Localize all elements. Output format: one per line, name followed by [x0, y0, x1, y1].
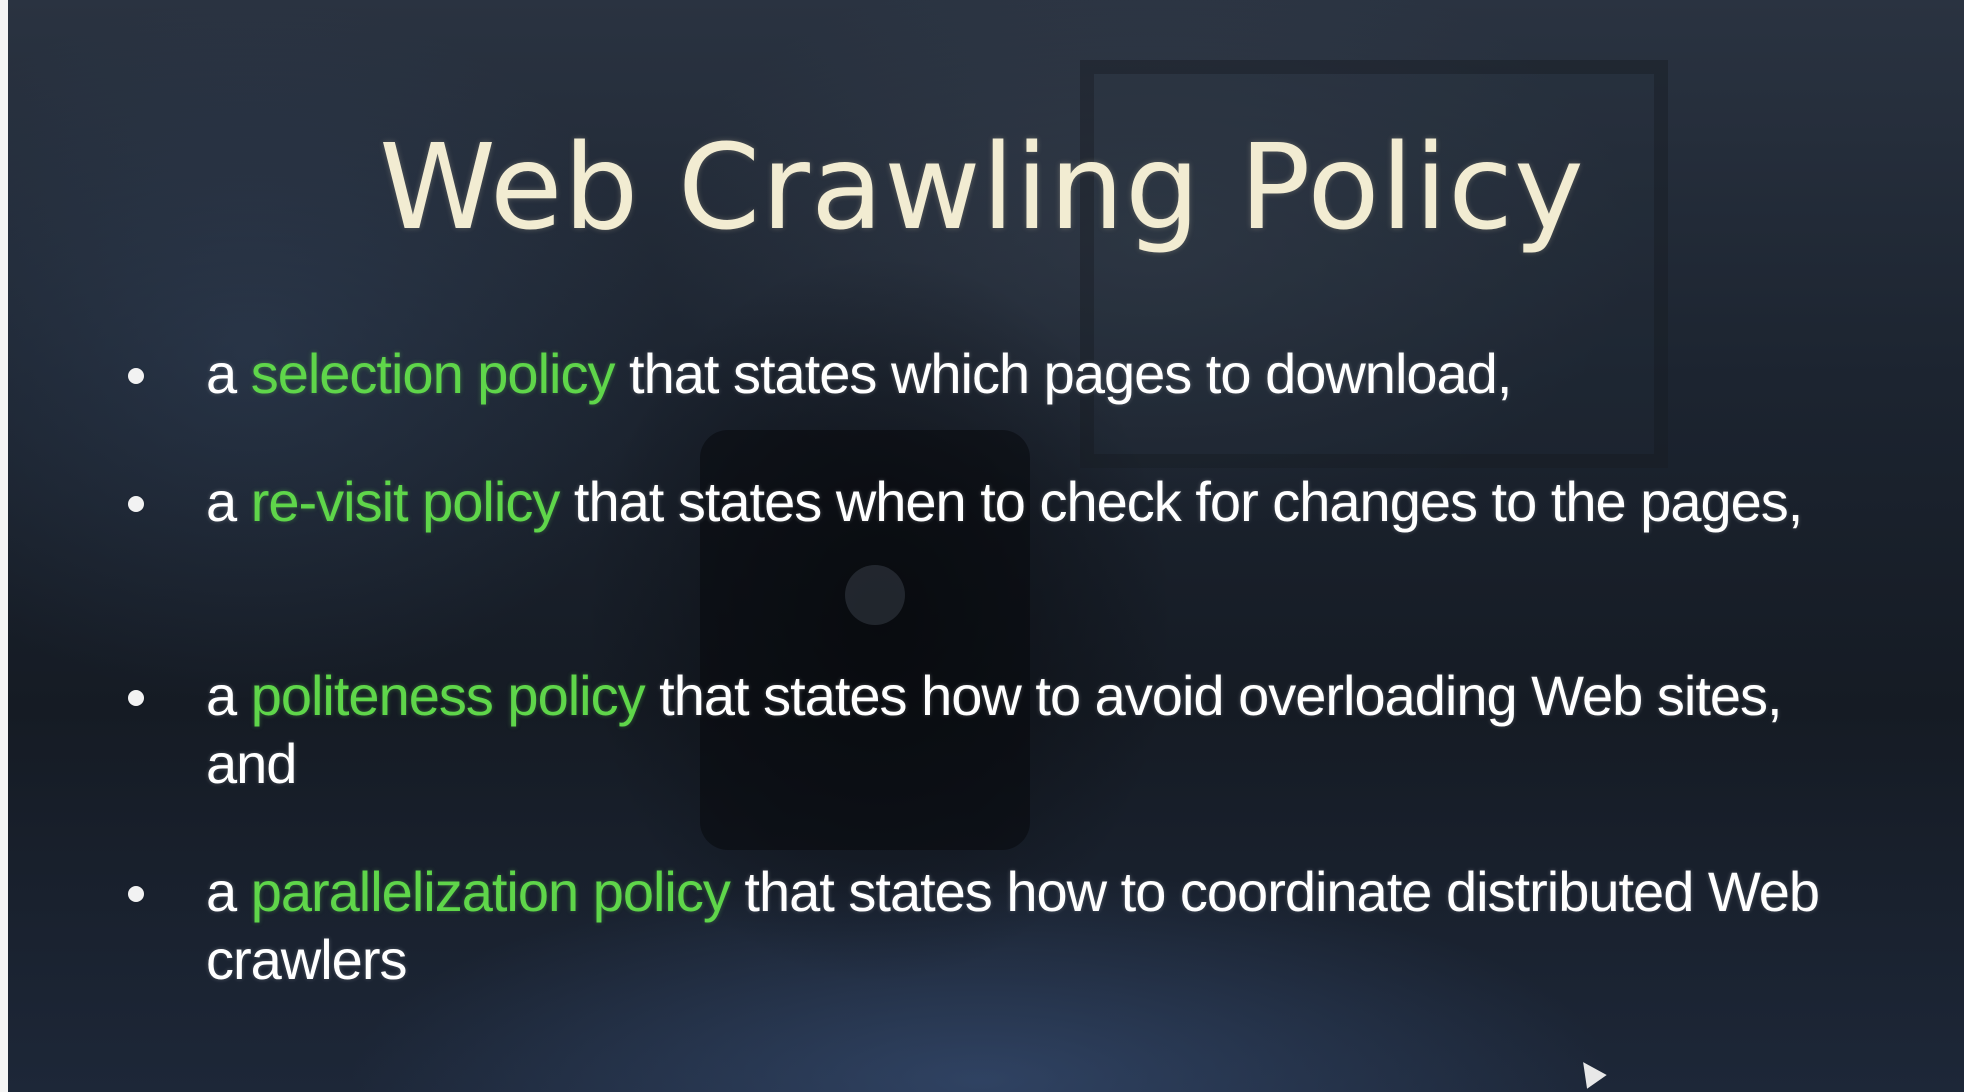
bullet-highlight: parallelization policy	[250, 860, 731, 923]
bullet-text: a re-visit policy that states when to ch…	[206, 468, 1866, 536]
bullet-text: a politeness policy that states how to a…	[206, 662, 1866, 798]
bullet-text: a selection policy that states which pag…	[206, 340, 1866, 408]
bullet-dot-icon	[128, 496, 144, 512]
bullet-highlight: politeness policy	[250, 664, 646, 727]
bullet-dot-icon	[128, 690, 144, 706]
bullet-dot-icon	[128, 368, 144, 384]
presentation-screen: Web Crawling Policy a selection policy t…	[0, 0, 1964, 1092]
bullet-prefix: a	[206, 342, 251, 405]
bullet-prefix: a	[206, 860, 251, 923]
bullet-dot-icon	[128, 886, 144, 902]
bullet-prefix: a	[206, 470, 251, 533]
bullet-highlight: re-visit policy	[250, 470, 561, 533]
background-reflection-lens	[845, 565, 905, 625]
bullet-prefix: a	[206, 664, 251, 727]
bullet-highlight: selection policy	[250, 342, 616, 405]
bullet-rest: that states which pages to download,	[614, 342, 1512, 405]
bullet-rest: that states when to check for changes to…	[559, 470, 1803, 533]
bullet-text: a parallelization policy that states how…	[206, 858, 1866, 994]
slide-title: Web Crawling Policy	[379, 118, 1585, 256]
mouse-pointer-icon	[1573, 1055, 1607, 1089]
